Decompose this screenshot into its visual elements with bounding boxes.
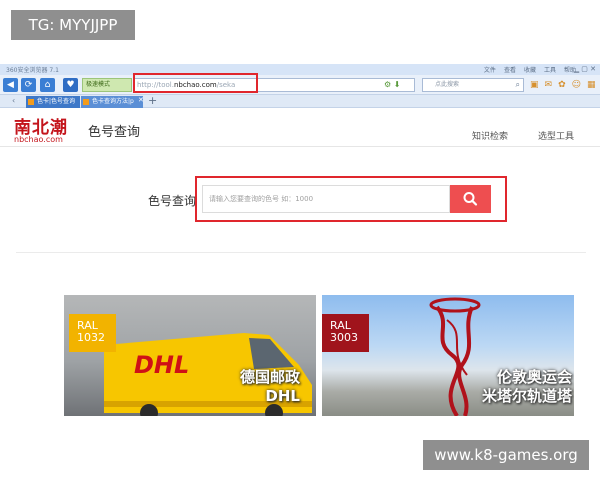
menu-item-view[interactable]: 查看: [504, 65, 516, 74]
card-caption: 伦敦奥运会 米塔尔轨道塔: [482, 368, 572, 406]
window-controls[interactable]: ▁ ▢ ✕: [574, 65, 596, 73]
menu-item-tools[interactable]: 工具: [544, 65, 556, 74]
dhl-logo: DHL: [134, 351, 189, 379]
page-title: 色号查询: [88, 125, 141, 140]
color-card-ral-3003[interactable]: RAL 3003 伦敦奥运会 米塔尔轨道塔: [322, 295, 574, 416]
ral-badge: RAL 3003: [322, 314, 369, 352]
tab-close-icon[interactable]: ✕: [138, 96, 144, 104]
nav-selection-tools[interactable]: 选型工具: [538, 129, 574, 142]
url-highlight-frame: [133, 73, 258, 93]
tab-favicon: [83, 99, 89, 105]
site-header: 南北潮 nbchao.com 色号查询 知识检索 选型工具: [0, 109, 600, 147]
menu-item-file[interactable]: 文件: [484, 65, 496, 74]
toolbar-icons: ▣ ✉ ✿ ☺ ▦: [530, 79, 596, 91]
search-highlight-frame: [195, 176, 507, 222]
section-divider: [16, 252, 586, 253]
watermark-site: www.k8-games.org: [423, 440, 589, 470]
browser-toolbar: ◀ ⟳ ⌂ ♥ 极速模式 http://tool.nbchao.com/seka…: [0, 75, 600, 95]
browser-mode-button[interactable]: 极速模式: [82, 78, 132, 92]
browser-search-box[interactable]: 点此搜索 ⌕: [422, 78, 524, 92]
bookmark-icon[interactable]: ▦: [587, 79, 596, 91]
menu-item-favorites[interactable]: 收藏: [524, 65, 536, 74]
watermark-tag: TG: MYYJJPP: [11, 10, 135, 40]
tab-color-lookup[interactable]: 色卡|色号查询: [26, 96, 80, 108]
card-caption-line1: 德国邮政: [239, 368, 300, 386]
back-icon[interactable]: ◀: [3, 78, 18, 92]
browser-screenshot: 360安全浏览器 7.1 文件 查看 收藏 工具 帮助 ▁ ▢ ✕ ◀ ⟳ ⌂ …: [0, 64, 600, 416]
card-caption-line2: DHL: [265, 387, 300, 405]
clover-icon[interactable]: ✿: [558, 79, 566, 91]
browser-search-placeholder: 点此搜索: [435, 81, 460, 88]
user-icon[interactable]: ☺: [572, 79, 581, 91]
refresh-icon[interactable]: ⟳: [21, 78, 36, 92]
tab-scroll-icon[interactable]: ‹: [12, 96, 15, 105]
mail-icon[interactable]: ✉: [545, 79, 553, 91]
ral-code: 3003: [330, 331, 358, 344]
card-caption-line1: 伦敦奥运会: [496, 368, 572, 386]
search-icon[interactable]: ⌕: [516, 79, 520, 91]
browser-menu: 文件 查看 收藏 工具 帮助: [484, 65, 576, 74]
nav-knowledge-search[interactable]: 知识检索: [472, 129, 508, 142]
browser-title-bar: 360安全浏览器 7.1 文件 查看 收藏 工具 帮助 ▁ ▢ ✕: [0, 64, 600, 75]
extension-icon[interactable]: ▣: [530, 79, 539, 91]
new-tab-icon[interactable]: +: [148, 95, 157, 107]
ral-badge: RAL 1032: [69, 314, 116, 352]
tab-label: 色卡查询方法|p: [92, 98, 134, 105]
color-search-label: 色号查询: [148, 194, 197, 208]
tab-favicon: [28, 99, 34, 105]
favorites-heart-icon[interactable]: ♥: [63, 78, 78, 92]
address-action-icons[interactable]: ⚙ ⬇: [384, 78, 400, 92]
browser-app-title: 360安全浏览器 7.1: [6, 67, 59, 74]
tab-color-method[interactable]: 色卡查询方法|p: [81, 96, 143, 108]
tab-label: 色卡|色号查询: [37, 98, 76, 105]
color-card-ral-1032[interactable]: DHL RAL 1032 德国邮政 DHL: [64, 295, 316, 416]
tab-bar: ‹ 色卡|色号查询 色卡查询方法|p ✕ +: [0, 95, 600, 108]
card-caption: 德国邮政 DHL: [240, 368, 300, 406]
card-caption-line2: 米塔尔轨道塔: [481, 387, 572, 405]
home-icon[interactable]: ⌂: [40, 78, 55, 92]
ral-code: 1032: [77, 331, 105, 344]
site-logo-domain[interactable]: nbchao.com: [14, 135, 63, 144]
